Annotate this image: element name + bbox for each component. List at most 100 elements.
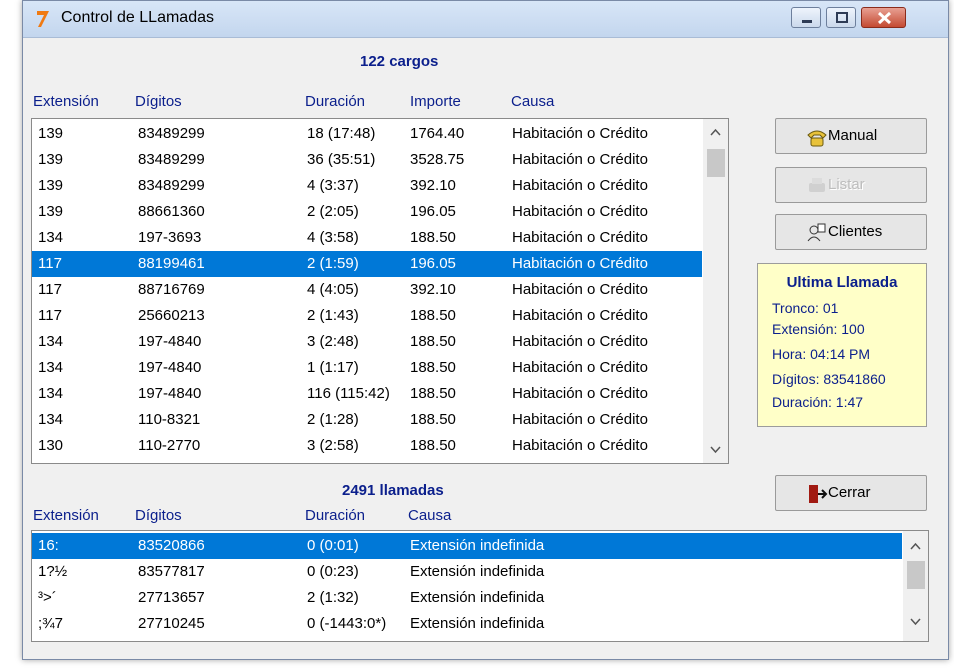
column-header[interactable]: Dígitos	[135, 93, 182, 110]
table-cell: 392.10	[410, 281, 456, 298]
table-cell: Habitación o Crédito	[512, 411, 648, 428]
table-cell: 0 (0:23)	[307, 563, 359, 580]
table-cell: 134	[38, 411, 64, 428]
listar-button[interactable]: Listar	[775, 167, 927, 203]
table-cell: 117	[38, 255, 62, 272]
close-window-button[interactable]	[861, 7, 906, 28]
table-cell: 196.05	[410, 203, 456, 220]
scroll-up-icon[interactable]	[703, 121, 728, 143]
table-cell: 134	[38, 229, 64, 246]
table-cell: 188.50	[410, 411, 456, 428]
window-title: Control de LLamadas	[61, 9, 214, 26]
table-cell: Habitación o Crédito	[512, 229, 648, 246]
table-row[interactable]: 139 88661360 2 (2:05) 196.05 Habitación o Cr…	[32, 199, 702, 225]
table-row[interactable]: 134 110-8321 2 (1:28) 188.50 Habitación o Cr…	[32, 407, 702, 433]
column-header[interactable]: Dígitos	[135, 507, 182, 524]
table-row[interactable]: 117 25660213 2 (1:43) 188.50 Habitación o Cr…	[32, 303, 702, 329]
info-line: Hora: 04:14 PM	[772, 346, 871, 362]
table-cell: Habitación o Crédito	[512, 281, 648, 298]
table-row[interactable]: 16: 83520866 0 (0:01) Extensión indefinida	[32, 533, 902, 559]
table-cell: 188.50	[410, 307, 456, 324]
table-cell: 188.50	[410, 385, 456, 402]
table-cell: 139	[38, 177, 64, 194]
table-cell: 2 (1:43)	[307, 307, 359, 324]
table-row[interactable]: 134 197-4840 1 (1:17) 188.50 Habitación o Cr…	[32, 355, 702, 381]
minimize-button[interactable]	[791, 7, 821, 28]
info-line: Extensión: 100	[772, 321, 865, 337]
table-cell: 392.10	[410, 177, 456, 194]
table-cell: Habitación o Crédito	[512, 437, 648, 454]
table-row[interactable]: 139 83489299 4 (3:37) 392.10 Habitación o Cr…	[32, 173, 702, 199]
table-cell: 117	[38, 307, 62, 324]
table-cell: 197-4840	[138, 359, 202, 376]
table-cell: 188.50	[410, 333, 456, 350]
table-cell: 2 (1:59)	[307, 255, 359, 272]
table-cell: 0 (0:01)	[307, 537, 359, 554]
table-cell: 4 (3:37)	[307, 177, 359, 194]
table-row[interactable]: ³>´ 27713657 2 (1:32) Extensión indefinida	[32, 585, 902, 611]
table-row[interactable]: 134 197-4840 3 (2:48) 188.50 Habitación o Cr…	[32, 329, 702, 355]
table-cell: 110-2770	[138, 437, 201, 454]
table-cell: 88199461	[138, 255, 205, 272]
table-row[interactable]: 134 197-3693 4 (3:58) 188.50 Habitación o Cr…	[32, 225, 702, 251]
column-header[interactable]: Causa	[408, 507, 451, 524]
table-cell: 36 (35:51)	[307, 151, 376, 168]
cerrar-button[interactable]: Cerrar	[775, 475, 927, 511]
table-cell: 3528.75	[410, 151, 465, 168]
phone-icon	[807, 130, 827, 147]
clientes-button-label: Clientes	[828, 223, 883, 240]
table-cell: Habitación o Crédito	[512, 255, 648, 272]
table-cell: 18 (17:48)	[307, 125, 376, 142]
table-row[interactable]: 134 197-4840 116 (115:42) 188.50 Habitación …	[32, 381, 702, 407]
app-icon	[37, 11, 49, 27]
table-cell: 188.50	[410, 437, 456, 454]
table-cell: Habitación o Crédito	[512, 333, 648, 350]
table-cell: 110-8321	[138, 411, 201, 428]
column-header[interactable]: Extensión	[33, 507, 99, 524]
table-cell: Habitación o Crédito	[512, 307, 648, 324]
maximize-button[interactable]	[826, 7, 856, 28]
listar-button-label: Listar	[828, 176, 865, 193]
table-cell: Habitación o Crédito	[512, 359, 648, 376]
table-cell: 2 (2:05)	[307, 203, 359, 220]
llamadas-scroll-thumb[interactable]	[907, 561, 925, 589]
table-cell: 4 (3:58)	[307, 229, 359, 246]
table-cell: 2 (1:32)	[307, 589, 359, 606]
table-row[interactable]: 1?½ 83577817 0 (0:23) Extensión indefinida	[32, 559, 902, 585]
cargos-list[interactable]: 130 110-2770 3 (2:58) 188.50 Habitación o Cr…	[31, 118, 729, 464]
llamadas-scrollbar[interactable]	[903, 531, 928, 641]
table-cell: 139	[38, 203, 64, 220]
cerrar-button-label: Cerrar	[828, 484, 871, 501]
scroll-down-icon[interactable]	[903, 611, 928, 633]
column-header[interactable]: Causa	[511, 93, 554, 110]
table-cell: 1764.40	[410, 125, 465, 142]
clientes-button[interactable]: Clientes	[775, 214, 927, 250]
table-row[interactable]: 139 83489299 36 (35:51) 3528.75 Habitación o…	[32, 147, 702, 173]
table-cell: 116 (115:42)	[307, 385, 390, 402]
llamadas-list[interactable]: ;¾7 27710245 0 (-1443:0*) Extensión indefin…	[31, 530, 929, 642]
table-row[interactable]: 139 83489299 18 (17:48) 1764.40 Habitación o…	[32, 121, 702, 147]
table-cell: 25660213	[138, 307, 205, 324]
title-bar[interactable]: Control de LLamadas	[23, 1, 948, 38]
scroll-down-icon[interactable]	[703, 439, 728, 461]
column-header[interactable]: Duración	[305, 507, 365, 524]
table-cell: 27710245	[138, 615, 205, 632]
column-header[interactable]: Importe	[410, 93, 461, 110]
table-cell: 134	[38, 385, 64, 402]
scroll-up-icon[interactable]	[903, 535, 928, 557]
table-row[interactable]: 130 110-2770 3 (2:58) 188.50 Habitación o Cr…	[32, 433, 702, 459]
manual-button-label: Manual	[828, 127, 878, 144]
table-cell: 197-3693	[138, 229, 202, 246]
table-cell: 4 (4:05)	[307, 281, 359, 298]
cargos-scrollbar[interactable]	[703, 119, 728, 463]
table-row[interactable]: ;¾7 27710245 0 (-1443:0*) Extensión indefin…	[32, 611, 902, 637]
table-cell: ;¾7	[38, 615, 64, 632]
cargos-scroll-thumb[interactable]	[707, 149, 725, 177]
manual-button[interactable]: Manual	[775, 118, 927, 154]
table-cell: Habitación o Crédito	[512, 125, 648, 142]
table-cell: 0 (-1443:0*)	[307, 615, 387, 632]
table-row[interactable]: 117 88716769 4 (4:05) 392.10 Habitación o Cr…	[32, 277, 702, 303]
column-header[interactable]: Duración	[305, 93, 365, 110]
table-row[interactable]: 117 88199461 2 (1:59) 196.05 Habitación o Cr…	[32, 251, 702, 277]
column-header[interactable]: Extensión	[33, 93, 99, 110]
